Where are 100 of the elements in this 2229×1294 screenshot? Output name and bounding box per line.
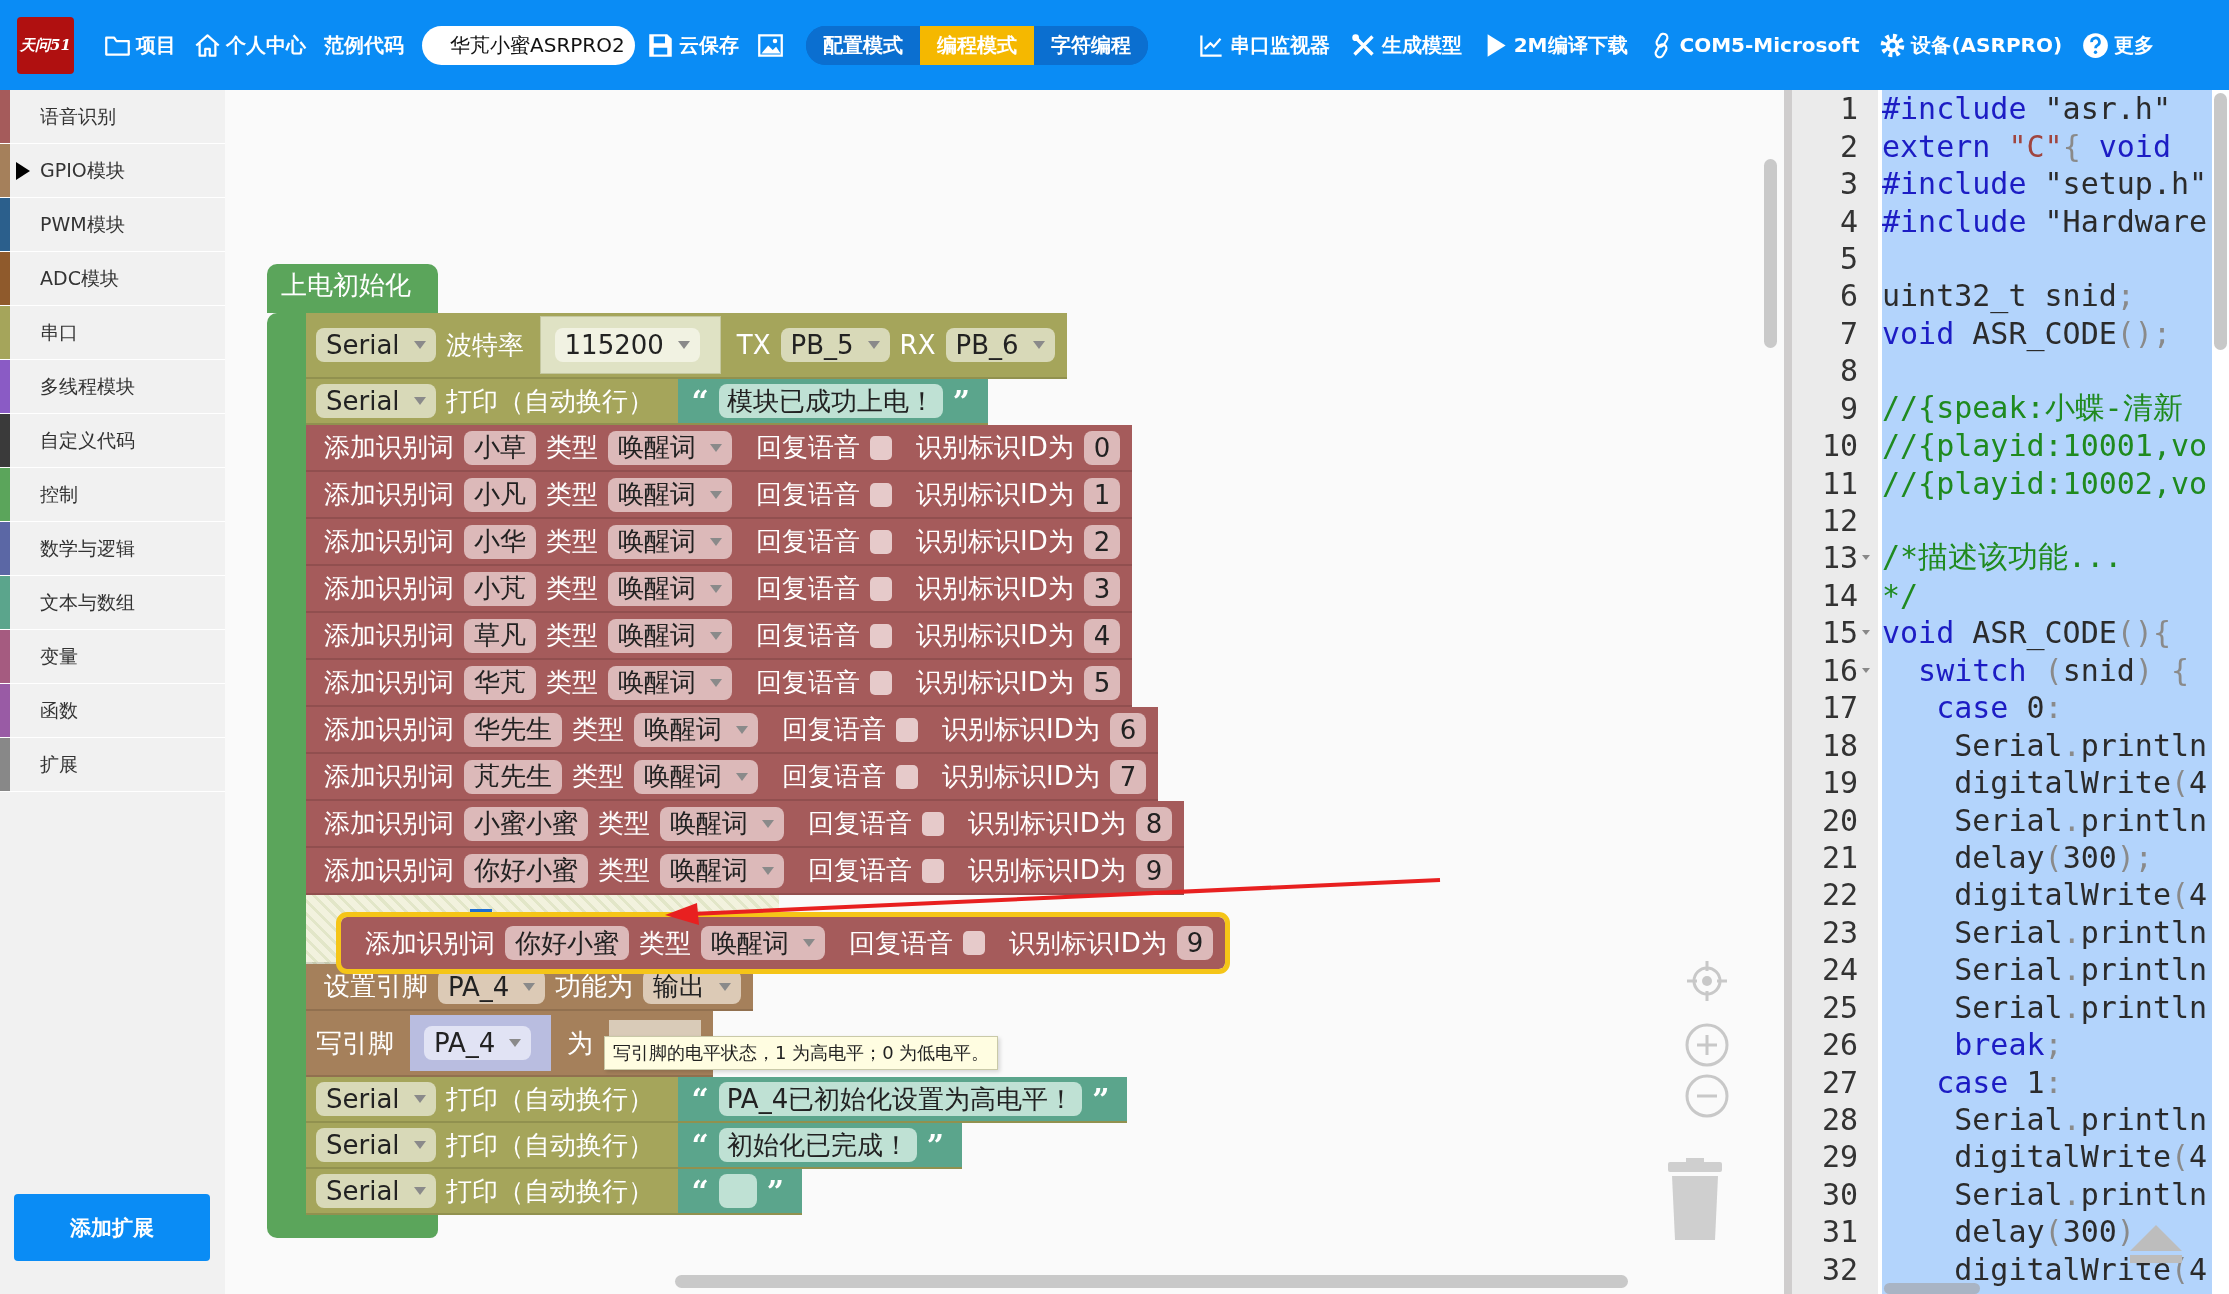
category-label: 函数 (40, 697, 78, 723)
line-number: 13 (1820, 540, 1858, 576)
line-number: 29 (1820, 1139, 1858, 1175)
code-line: #include "setup.h" (1882, 166, 2208, 202)
code-line: digitalWrite(4 (1953, 765, 2208, 801)
block-label: 类型 (546, 666, 598, 699)
line-number: 30 (1820, 1176, 1858, 1212)
block-label: 回复语音 (782, 713, 886, 746)
block-label: 类型 (572, 760, 624, 793)
code-line: Serial.println (1953, 802, 2208, 838)
code-line: //{speak:小蝶-清新 (1882, 388, 2183, 427)
block-label: 识别标识ID为 (916, 525, 1074, 558)
block-label: 类型 (572, 713, 624, 746)
line-number: 25 (1820, 989, 1858, 1025)
block-label: 添加识别词 (324, 619, 454, 652)
block-label: 识别标识ID为 (942, 713, 1100, 746)
block-label: 回复语音 (849, 926, 953, 960)
category-label: 多线程模块 (40, 373, 135, 399)
line-number: 17 (1820, 690, 1858, 726)
category-label: 串口 (40, 319, 78, 345)
line-number: 10 (1820, 428, 1858, 464)
quote-mark: ” (766, 1173, 785, 1209)
block-label: 波特率 (445, 328, 524, 362)
block-label: 回复语音 (808, 807, 912, 840)
quote-mark: “ (691, 1127, 709, 1163)
quote-mark: “ (691, 1173, 709, 1209)
line-number: 3 (1838, 166, 1858, 202)
block-label: 为 (567, 1026, 594, 1060)
line-number: 1 (1838, 91, 1858, 127)
block-label: 回复语音 (756, 431, 860, 464)
category-label: PWM模块 (40, 211, 125, 237)
block-label: 类型 (639, 926, 691, 960)
block-label: 识别标识ID为 (916, 666, 1074, 699)
block-label: 添加识别词 (324, 807, 454, 840)
block-label: 打印（自动换行） (445, 1128, 654, 1162)
line-number: 23 (1820, 914, 1858, 950)
line-number: 27 (1820, 1064, 1858, 1100)
block-label: 添加识别词 (324, 572, 454, 605)
line-number: 5 (1838, 240, 1858, 276)
block-label: 功能为 (555, 970, 634, 1003)
quote-mark: ” (926, 1127, 945, 1163)
line-number: 24 (1820, 952, 1858, 988)
category-label: 文本与数组 (40, 589, 135, 615)
category-label: 数学与逻辑 (40, 535, 135, 561)
block-label: 设置引脚 (324, 970, 428, 1003)
tooltip: 写引脚的电平状态，1 为高电平；0 为低电平。 (604, 1036, 999, 1070)
block-label: 识别标识ID为 (1009, 926, 1167, 960)
code-line: Serial.println (1953, 914, 2208, 950)
block-label: 识别标识ID为 (968, 807, 1126, 840)
code-line: void ASR_CODE(); (1882, 315, 2171, 351)
code-line: //{playid:10001,vo (1882, 428, 2208, 464)
block-label: 添加识别词 (324, 666, 454, 699)
line-number: 11 (1820, 465, 1858, 501)
code-line: uint32_t snid; (1882, 278, 2135, 314)
code-line: /*描述该功能... (1882, 538, 2123, 577)
block-label: 添加识别词 (324, 854, 454, 887)
block-label: 类型 (546, 431, 598, 464)
code-line: delay(300) (1953, 1214, 2135, 1250)
quote-mark: ” (952, 383, 971, 419)
line-number: 16 (1820, 652, 1858, 688)
code-line: Serial.println (1953, 1102, 2208, 1138)
block-label: 回复语音 (782, 760, 886, 793)
line-number: 2 (1838, 128, 1858, 164)
line-number: 4 (1838, 203, 1858, 239)
block-label: 回复语音 (756, 525, 860, 558)
category-label: ADC模块 (40, 265, 119, 291)
code-line: #include "asr.h" (1882, 91, 2171, 127)
block-label: 写引脚 (316, 1026, 394, 1060)
block-label: 识别标识ID为 (968, 854, 1126, 887)
block-label: 类型 (546, 478, 598, 511)
code-line: switch (snid) { (1917, 652, 2190, 688)
code-line: Serial.println (1953, 727, 2208, 763)
block-label: 识别标识ID为 (916, 431, 1074, 464)
line-number: 9 (1838, 390, 1858, 426)
line-number: 20 (1820, 802, 1858, 838)
block-label: 打印（自动换行） (445, 1174, 654, 1208)
block-label: RX (899, 330, 936, 360)
block-label: 回复语音 (756, 572, 860, 605)
block-label: 添加识别词 (324, 431, 454, 464)
code-line: digitalWrite(4 (1953, 877, 2208, 913)
block-label: 类型 (546, 525, 598, 558)
block-label: 添加识别词 (324, 478, 454, 511)
quote-mark: ” (1092, 1081, 1110, 1117)
category-label: 变量 (40, 643, 78, 669)
line-number: 31 (1820, 1214, 1858, 1250)
code-line: break; (1953, 1027, 2063, 1063)
block-label: 识别标识ID为 (916, 572, 1074, 605)
block-label: TX (736, 330, 771, 360)
block-label: 打印（自动换行） (445, 1082, 654, 1116)
block-label: 添加识别词 (324, 525, 454, 558)
code-line: Serial.println (1953, 989, 2208, 1025)
category-label: 语音识别 (40, 103, 116, 129)
line-number: 8 (1838, 353, 1858, 389)
quote-mark: “ (691, 1081, 709, 1117)
code-line: */ (1882, 577, 1919, 613)
block-label: 添加识别词 (324, 713, 454, 746)
block-label: 回复语音 (756, 619, 860, 652)
code-line: Serial.println (1953, 952, 2208, 988)
category-label: 自定义代码 (40, 427, 135, 453)
line-number: 12 (1820, 503, 1858, 539)
